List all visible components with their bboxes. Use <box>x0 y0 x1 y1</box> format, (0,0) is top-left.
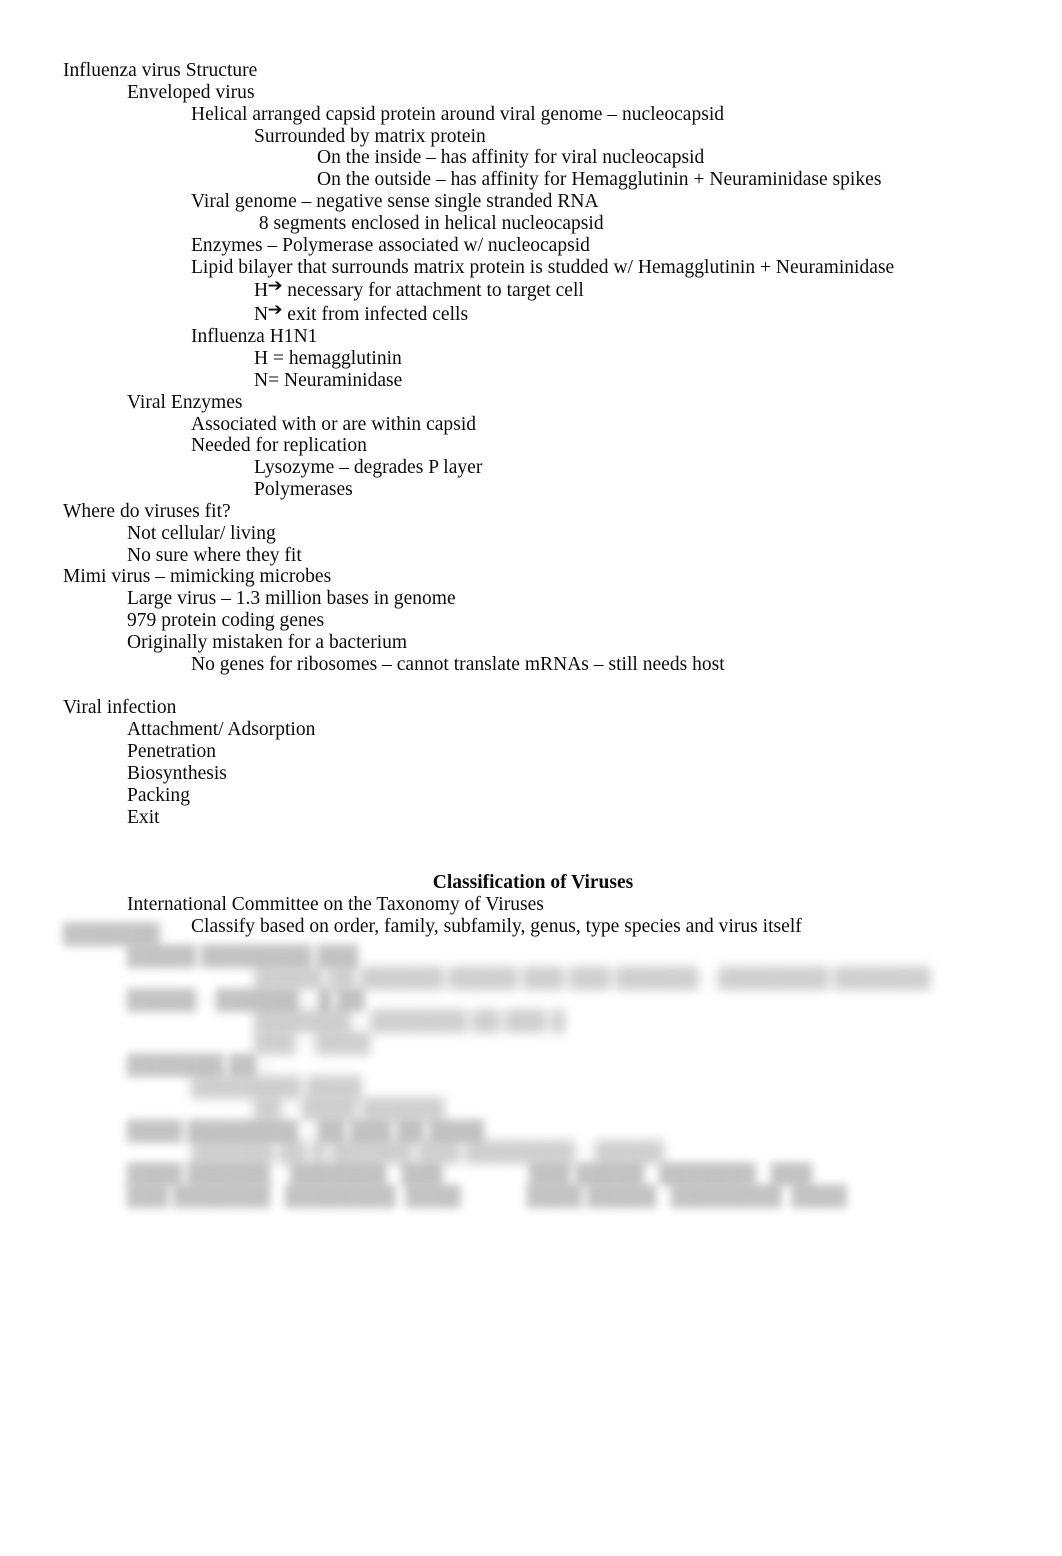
outline-line: Influenza virus Structure <box>63 60 258 81</box>
outline-line: Enzymes – Polymerase associated w/ nucle… <box>191 234 590 256</box>
redacted-line-text: █████ ████████ ███ <box>127 945 359 967</box>
outline-line: Enveloped virus <box>127 81 255 103</box>
redacted-line: ███████ ██ – <box>63 1055 1013 1077</box>
outline-line: Exit <box>127 806 160 828</box>
outline-line: 8 segments enclosed in helical nucleocap… <box>254 212 604 234</box>
document-page: Influenza virus Structure Enveloped viru… <box>0 0 1062 1556</box>
redacted-table-row: ████ ██████ ███████ ███ ███ █████ ███████… <box>63 1164 1013 1186</box>
outline-line: Attachment/ Adsorption <box>127 719 316 741</box>
outline-line: Lipid bilayer that surrounds matrix prot… <box>191 256 895 278</box>
outline-line: Penetration <box>127 741 217 763</box>
redacted-line-text: ████████ ████ <box>191 1076 362 1098</box>
outline-line: On the outside – has affinity for Hemagg… <box>317 169 882 191</box>
redacted-line-text: █████ – ██████ – █ ██ <box>127 989 365 1011</box>
outline-line: Surrounded by matrix protein <box>254 125 486 147</box>
outline-line: 979 protein coding genes <box>127 610 325 632</box>
arrow-line-prefix: N <box>254 304 269 326</box>
outline-body: Influenza virus Structure Enveloped viru… <box>63 60 1003 938</box>
redacted-table-row: ███ ███████ ████████ ████ ████ █████ ████… <box>63 1186 1013 1208</box>
redacted-line: ████ ████████ – ██ ███ ██ ████ <box>63 1121 1013 1143</box>
outline-line: Lysozyme – degrades P layer <box>254 457 483 479</box>
outline-line: Viral infection <box>63 697 177 719</box>
redacted-line-text: ██████ ██ █ ██████ ███ ████████ – █████ <box>191 1142 664 1164</box>
redacted-line-text: ████ ████████ – ██ ███ ██ ████ <box>127 1120 485 1142</box>
redacted-section: ███████ █████ ████████ ███ █████ ██ ████… <box>63 924 1013 1216</box>
redacted-line: █████ ████████ ███ <box>63 946 1013 968</box>
redacted-line-text: ███████ – ███████ ██ ███ █ <box>254 1011 565 1033</box>
redacted-cell-right: ███ █████ ███████ ███ <box>528 1164 813 1186</box>
redacted-line: ██████ ██ █ ██████ ███ ████████ – █████ <box>63 1142 1013 1164</box>
section-heading: Classification of Viruses <box>432 872 634 894</box>
redacted-line-text: ███████ ██ – <box>127 1055 272 1077</box>
outline-line: Large virus – 1.3 million bases in genom… <box>127 588 456 610</box>
right-arrow-icon: ➔ <box>267 300 283 321</box>
outline-line: Mimi virus – mimicking microbes <box>63 566 332 588</box>
outline-line: No sure where they fit <box>127 544 302 566</box>
redacted-line: ███████ – ███████ ██ ███ █ <box>63 1011 1013 1033</box>
outline-line: Not cellular/ living <box>127 522 276 544</box>
redacted-line-text: ██ – ████ ██████ <box>254 1098 445 1120</box>
outline-line: Packing <box>127 784 190 806</box>
outline-line: Associated with or are within capsid <box>191 413 477 435</box>
outline-line: Influenza H1N1 <box>191 326 318 348</box>
arrow-line-text: necessary for attachment to target cell <box>282 280 584 302</box>
outline-line: Needed for replication <box>191 435 367 457</box>
outline-line: Helical arranged capsid protein around v… <box>191 103 725 125</box>
redacted-cell-left: ███ ███████ ████████ ████ <box>127 1186 461 1208</box>
redacted-line-text: ███ – ████ <box>254 1033 371 1055</box>
outline-line: International Committee on the Taxonomy … <box>127 894 544 916</box>
outline-line: N= Neuraminidase <box>254 369 403 391</box>
outline-line-arrow: H➔ necessary for attachment to target ce… <box>63 278 1003 302</box>
outline-line-arrow: N➔ exit from infected cells <box>63 302 1003 326</box>
outline-line: Polymerases <box>254 479 353 501</box>
redacted-line: ███████ <box>63 924 1013 946</box>
right-arrow-icon: ➔ <box>267 276 283 297</box>
outline-line: Biosynthesis <box>127 763 227 784</box>
outline-line: Viral Enzymes <box>127 391 243 413</box>
outline-line: H = hemagglutinin <box>254 347 402 369</box>
redacted-line-text: █████ ██ ██████ █████ ███ ███ ██████ – █… <box>254 967 931 989</box>
redacted-line: ████████ ████ <box>63 1077 1013 1099</box>
redacted-line: █████ ██ ██████ █████ ███ ███ ██████ – █… <box>63 968 1013 990</box>
arrow-line-text: exit from infected cells <box>282 304 469 326</box>
arrow-line-prefix: H <box>254 280 269 302</box>
outline-line: Viral genome – negative sense single str… <box>191 191 599 213</box>
redacted-line: ███ – ████ <box>63 1033 1013 1055</box>
outline-line: Where do viruses fit? <box>63 500 231 522</box>
redacted-line-text: ███████ <box>63 924 160 945</box>
outline-line: No genes for ribosomes – cannot translat… <box>191 653 725 675</box>
redacted-cell-right: ████ █████ ████████ ████ <box>526 1186 847 1208</box>
outline-line: On the inside – has affinity for viral n… <box>317 147 705 169</box>
redacted-cell-left: ████ ██████ ███████ ███ <box>127 1164 443 1186</box>
redacted-line: ██ – ████ ██████ <box>63 1099 1013 1121</box>
redacted-line: █████ – ██████ – █ ██ <box>63 990 1013 1012</box>
outline-line: Originally mistaken for a bacterium <box>127 631 408 653</box>
